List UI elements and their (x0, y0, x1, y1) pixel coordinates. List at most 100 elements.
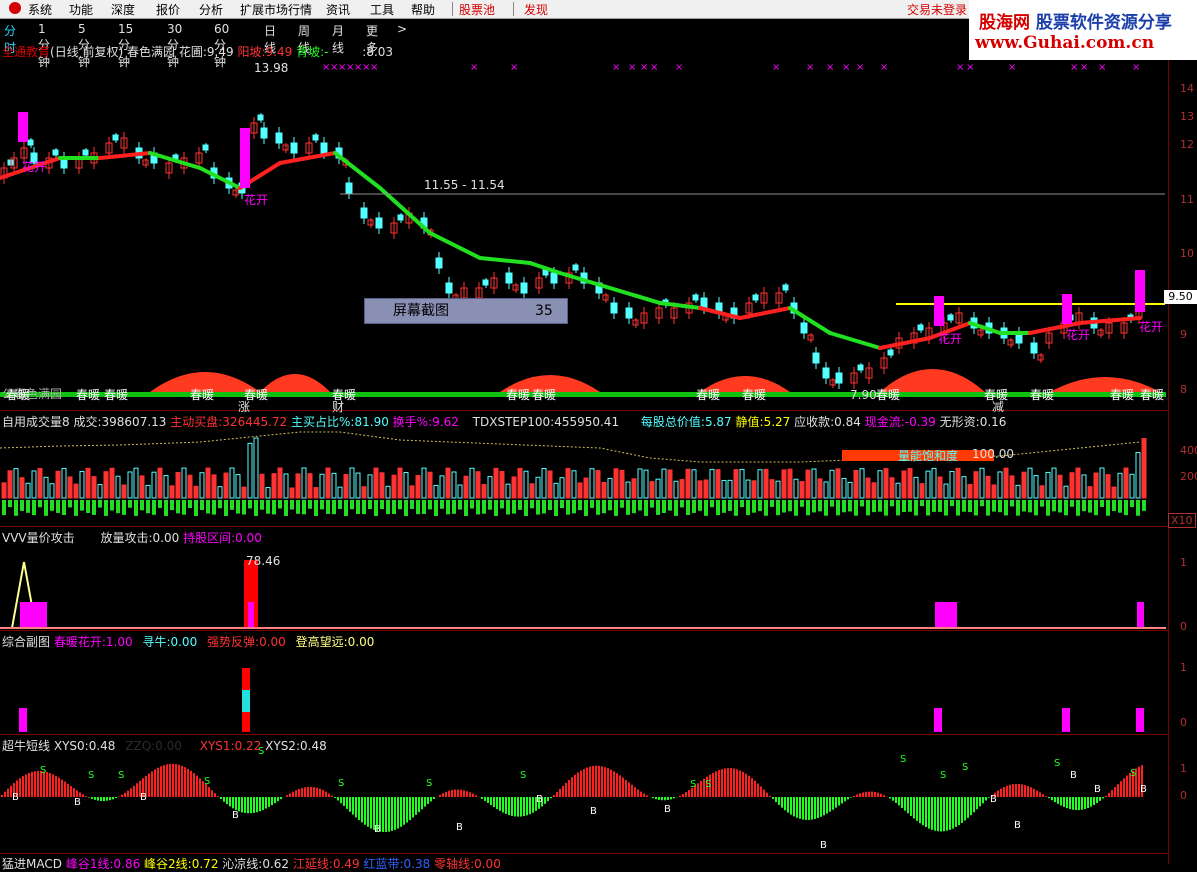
volume-sell-bar (428, 500, 432, 510)
bull-axis-label: 0 (1180, 789, 1187, 802)
volume-bar (739, 468, 745, 499)
turnover-value: 9.62 (432, 415, 459, 429)
rebound-label: 强势反弹: (207, 635, 260, 649)
buy-marker: B (374, 824, 381, 835)
candle-body (857, 364, 864, 371)
volume-sell-bar (248, 500, 252, 509)
volume-bar (979, 467, 985, 499)
low-price-marker: 7.90 (850, 388, 877, 402)
volume-sell-bar (488, 500, 492, 510)
volume-bar (199, 472, 205, 499)
buy-marker: B (664, 804, 671, 815)
spring-warm-label: 春暖 (76, 388, 101, 402)
volume-sell-bar (326, 500, 330, 514)
volume-sell-bar (998, 500, 1002, 513)
volume-bar (1069, 472, 1075, 499)
volume-bar (13, 468, 19, 499)
volume-bar (109, 467, 115, 499)
macd-l5-label: 红蓝带: (363, 857, 404, 871)
volume-bar (43, 476, 49, 499)
x-marker: × (1070, 62, 1078, 73)
volume-bar (973, 471, 979, 499)
volume-bar (961, 476, 967, 499)
xys1-value: 0.22 (234, 739, 262, 753)
moving-average-line (378, 186, 432, 235)
volume-bar (337, 486, 343, 499)
volume-sell-bar (1112, 500, 1116, 512)
volume-sell-bar (404, 500, 408, 516)
volume-sell-bar (1088, 500, 1092, 513)
volume-bar (805, 469, 811, 499)
flower-bar (934, 296, 944, 326)
candle-body (260, 127, 268, 139)
volume-sell-bar (698, 500, 702, 511)
bull-label: 寻牛: (142, 635, 171, 649)
macd-l3-value: 0.62 (262, 857, 290, 871)
moving-average-line (608, 286, 662, 305)
volume-bar (61, 467, 67, 499)
hold-value: 0.00 (235, 531, 262, 545)
volume-bar (547, 470, 553, 499)
volume-title[interactable]: 自用成交量8 (2, 415, 70, 429)
volume-sell-bar (260, 500, 264, 510)
volume-bar (1075, 467, 1081, 499)
volume-sell-bar (740, 500, 744, 508)
volume-sell-bar (80, 500, 84, 511)
attack-bar (935, 602, 957, 628)
spring-warm-label: 春暖 (742, 388, 767, 402)
volume-bar (1105, 474, 1111, 499)
volume-sell-bar (806, 500, 810, 516)
volume-sell-bar (272, 500, 276, 515)
volume-bar (883, 468, 889, 499)
volume-bar (397, 467, 403, 499)
attack-axis-label: 0 (1180, 620, 1187, 633)
volume-bar (799, 481, 805, 499)
volume-axis-label: 400 (1180, 444, 1197, 457)
candle-body (520, 282, 528, 294)
receivable-label: 应收款: (794, 415, 835, 429)
volume-bar (511, 476, 517, 499)
volume-sell-bar (920, 500, 924, 507)
volume-sell-bar (1052, 500, 1056, 512)
volume-bar (283, 473, 289, 499)
volume-bar (661, 468, 667, 499)
spring-warm-label: 春暖 (696, 388, 721, 402)
flower-open-label: 花开 (244, 193, 269, 207)
composite-title[interactable]: 综合副图 (2, 635, 50, 649)
volume-bar (727, 479, 733, 499)
flower-open-label: 花开 (938, 332, 963, 346)
volume-sell-bar (572, 500, 576, 514)
candle-body (112, 134, 119, 141)
volume-bar (589, 468, 595, 499)
candle-body (692, 294, 699, 301)
volume-bar (649, 481, 655, 499)
volume-bar (313, 487, 319, 499)
volume-bar (457, 484, 463, 499)
volume-bar (253, 437, 259, 499)
volume-bar (241, 486, 247, 499)
volume-sell-bar (914, 500, 918, 516)
volume-sell-bar (62, 500, 66, 515)
volume-unit: X10 (1168, 513, 1196, 528)
volume-bar (715, 469, 721, 499)
bull-title[interactable]: 超牛短线 (2, 739, 50, 753)
macd-title[interactable]: 猛进MACD (2, 857, 62, 871)
volume-sell-bar (350, 500, 354, 510)
volume-sell-bar (464, 500, 468, 516)
volume-bar (133, 467, 139, 499)
volume-bar (463, 475, 469, 499)
volume-sell-bar (530, 500, 534, 509)
volume-sell-bar (728, 500, 732, 511)
volume-bar (787, 468, 793, 499)
composite-panel-title: 综合副图 春暖花开:1.00 寻牛:0.00 强势反弹:0.00 登高望远:0.… (2, 633, 374, 650)
volume-sell-bar (500, 500, 504, 509)
volume-sell-bar (782, 500, 786, 513)
spring-warm-label: 春暖 (190, 388, 215, 402)
volume-bar (163, 475, 169, 499)
volume-sell-bar (38, 500, 42, 508)
volume-sell-bar (86, 500, 90, 514)
volume-bar (523, 470, 529, 499)
attack-title[interactable]: VVV量价攻击 (2, 531, 75, 545)
price-axis-label: 13 (1180, 110, 1194, 123)
screenshot-toast[interactable]: 屏幕截图 35 (364, 298, 568, 324)
